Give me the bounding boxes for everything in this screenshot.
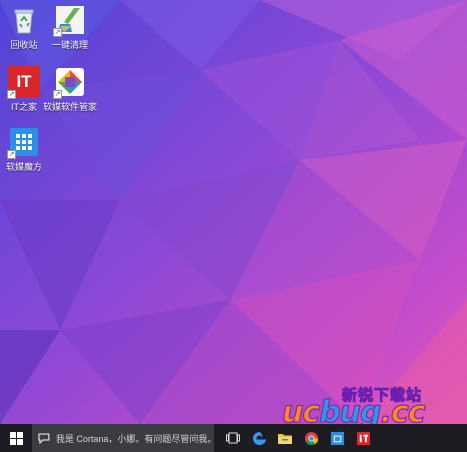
windows-logo-icon — [9, 431, 23, 445]
cortana-placeholder: 我是 Cortana，小娜。有问题尽管问我。 — [55, 433, 214, 444]
shortcut-arrow-icon: ↗ — [7, 90, 16, 99]
store-button[interactable] — [324, 424, 350, 452]
cleanup-desktop-icon[interactable]: ↗ 一键清理 — [40, 4, 100, 51]
ithome-taskbar-button[interactable] — [350, 424, 376, 452]
desktop[interactable]: 回收站 ↗ 一键清理 IT ↗ IT之家 ↗ 软媒软件管家 ↗ 软媒魔方 新锐下… — [0, 0, 467, 424]
edge-button[interactable] — [246, 424, 272, 452]
shortcut-arrow-icon: ↗ — [53, 28, 62, 37]
shortcut-arrow-icon: ↗ — [7, 150, 16, 159]
icon-label: 软媒软件管家 — [42, 102, 97, 112]
icon-label: 一键清理 — [51, 40, 88, 50]
recycle-bin-icon — [8, 4, 40, 36]
edge-icon — [252, 431, 266, 445]
cube-desktop-icon[interactable]: ↗ 软媒魔方 — [0, 126, 54, 173]
software-manager-desktop-icon[interactable]: ↗ 软媒软件管家 — [40, 66, 100, 113]
cortana-search-box[interactable]: 我是 Cortana，小娜。有问题尽管问我。 — [32, 424, 214, 452]
speech-bubble-icon — [38, 432, 50, 444]
wallpaper — [0, 0, 467, 424]
watermark-logo-text: ucbug.cc — [281, 392, 462, 424]
taskbar: 我是 Cortana，小娜。有问题尽管问我。 — [0, 424, 467, 452]
software-manager-icon: ↗ — [53, 66, 86, 99]
broom-cleanup-icon: ↗ — [53, 4, 86, 37]
file-explorer-button[interactable] — [272, 424, 298, 452]
store-icon — [330, 431, 344, 445]
file-explorer-icon — [278, 433, 292, 444]
start-button[interactable] — [0, 424, 32, 452]
ithome-icon: IT ↗ — [7, 66, 40, 99]
icon-label: 软媒魔方 — [5, 162, 42, 172]
task-view-button[interactable] — [220, 424, 246, 452]
watermark-logo: 新锐下载站 ucbug.cc — [281, 382, 462, 425]
cube-icon: ↗ — [7, 126, 40, 159]
ithome-taskbar-icon — [356, 431, 370, 445]
chrome-button[interactable] — [298, 424, 324, 452]
shortcut-arrow-icon: ↗ — [53, 90, 62, 99]
chrome-icon — [304, 431, 318, 445]
svg-text:ucbug.cc: ucbug.cc — [282, 395, 426, 424]
task-view-icon — [226, 432, 240, 444]
